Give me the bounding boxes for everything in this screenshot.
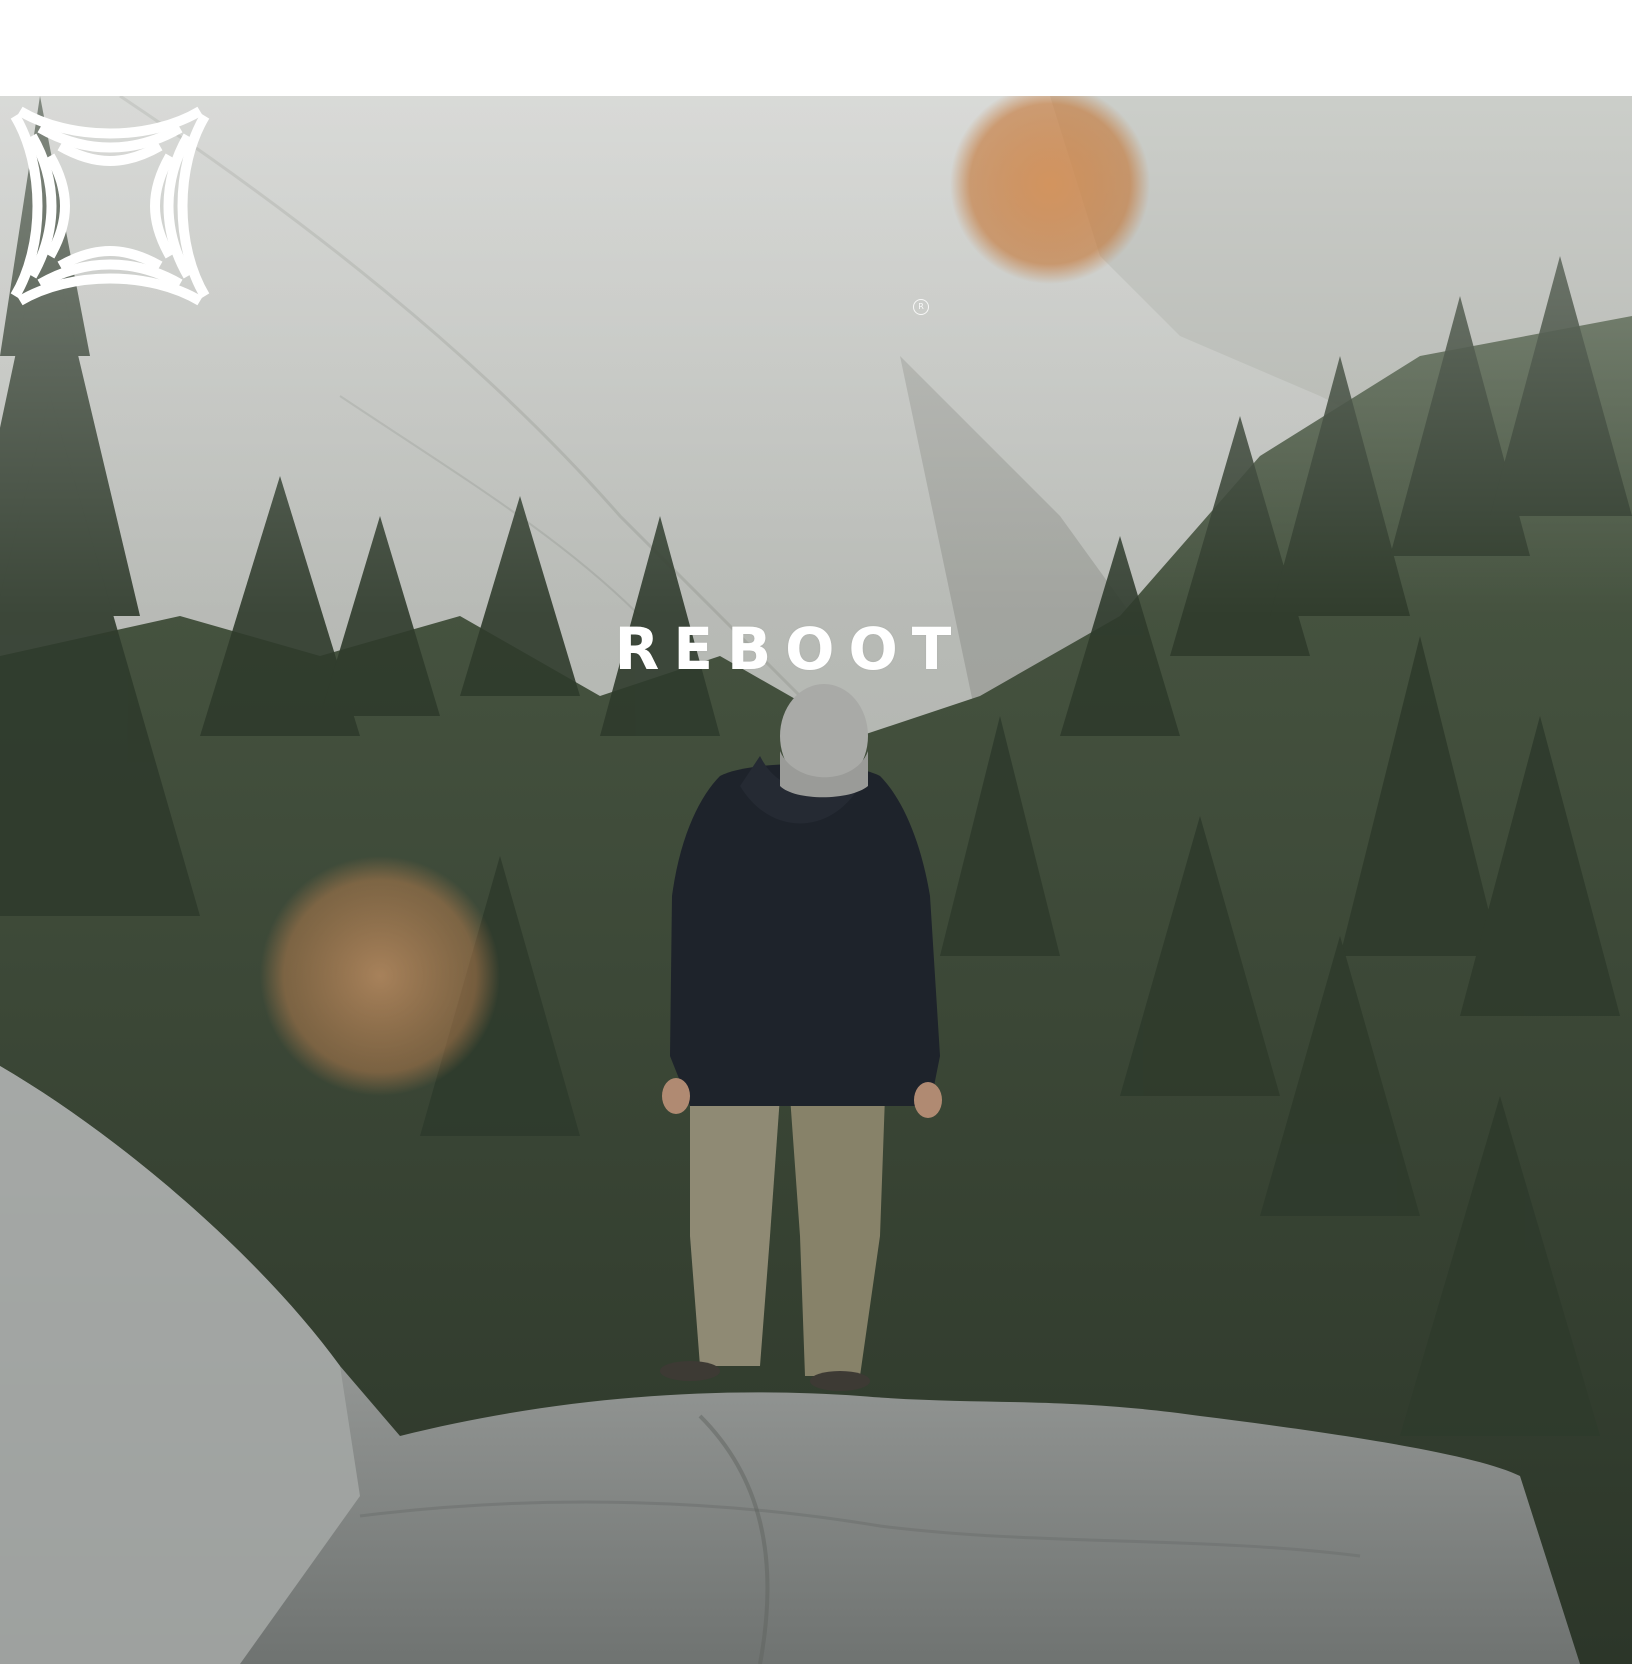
brand-wordmark: REBOOT xyxy=(614,615,966,683)
top-white-margin xyxy=(0,0,1632,96)
reboot-logo-icon xyxy=(10,106,210,306)
lens-flare-left xyxy=(260,856,500,1096)
landscape-illustration xyxy=(0,96,1632,1664)
registered-mark: R xyxy=(913,299,929,315)
hero-photo: R REBOOT xyxy=(0,96,1632,1664)
